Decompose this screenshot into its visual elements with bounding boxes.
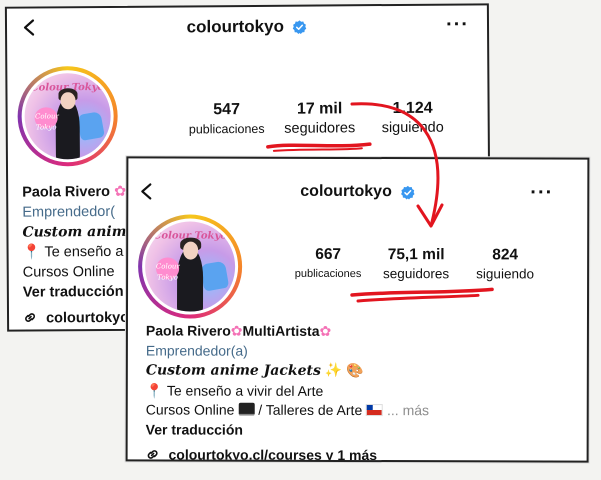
more-horizontal-icon[interactable]: ··· [446, 13, 469, 35]
profile-name: Paola Rivero [22, 183, 111, 201]
cherry-blossom-icon: ✿ [113, 183, 127, 200]
followers-underline [350, 287, 494, 303]
chile-flag-icon [366, 404, 384, 417]
profile-username: colourtokyo [300, 182, 392, 201]
see-translation-link[interactable]: Ver traducción [23, 282, 136, 303]
profile-category: Emprendedor(a) [145, 341, 248, 359]
stat-posts[interactable]: 547 publicaciones [182, 100, 272, 139]
avatar-image: Colour Tokyo Colour Tokyo [144, 221, 236, 312]
laptop-icon [238, 402, 255, 416]
stat-followers[interactable]: 17 mil seguidores [272, 99, 368, 138]
profile-bio: Paola Rivero✿MultiArtista✿ Emprendedor(a… [146, 321, 430, 462]
bio-line-jackets: Custom anime [22, 223, 136, 241]
new-profile-screenshot: colourtokyo ··· Colour Tokyo Colour Toky… [125, 156, 590, 463]
stat-followers[interactable]: 75,1 mil seguidores [370, 245, 462, 283]
bio-line-workshops: / Talleres de Arte [258, 401, 363, 419]
bio-line-courses: Cursos Online [22, 263, 115, 281]
link-icon [25, 313, 35, 322]
stat-posts[interactable]: 667 publicaciones [286, 245, 370, 283]
sparkles-icon: ✨ [324, 361, 343, 378]
bio-line-teach: Te enseño a vivir del Arte [166, 382, 324, 399]
profile-header: colourtokyo ··· [128, 172, 587, 213]
round-pushpin-icon: 📍 [22, 244, 41, 261]
avatar-badge-text: Colour Tokyo [155, 257, 180, 282]
bio-line-teach: Te enseño a [44, 243, 124, 261]
profile-stats: 667 publicaciones 75,1 mil seguidores 82… [286, 245, 548, 284]
profile-stats: 547 publicaciones 17 mil seguidores 1.12… [182, 99, 458, 139]
profile-link[interactable]: colourtokyo.cl/courses y 1 más [146, 445, 429, 463]
profile-link-text: colourtokyo [46, 309, 130, 327]
profile-name: Paola Rivero [145, 322, 231, 339]
verified-badge-icon [401, 185, 415, 199]
bio-line-jackets: Custom anime Jackets [145, 362, 321, 379]
verified-badge-icon [293, 19, 307, 34]
avatar-image: Colour Tokyo Colour Tokyo [24, 72, 111, 160]
palette-icon: 🎨 [346, 361, 364, 379]
profile-category: Emprendedor( [22, 203, 116, 221]
stat-following[interactable]: 824 siguiendo [462, 245, 548, 283]
avatar-badge-text: Colour Tokyo [34, 107, 59, 132]
profile-name-suffix: MultiArtista [242, 322, 320, 339]
round-pushpin-icon: 📍 [145, 381, 164, 398]
link-icon [147, 450, 158, 459]
more-horizontal-icon[interactable]: ··· [530, 181, 553, 203]
stat-following[interactable]: 1.124 siguiendo [368, 99, 458, 138]
profile-link[interactable]: colourtokyo [23, 308, 136, 329]
avatar[interactable]: Colour Tokyo Colour Tokyo [137, 214, 243, 319]
cherry-blossom-icon: ✿ [230, 322, 243, 339]
profile-bio: Paola Rivero ✿ Emprendedor( Custom anime… [22, 182, 136, 329]
profile-header: colourtokyo ··· [7, 5, 487, 48]
see-translation-link[interactable]: Ver traducción [146, 420, 429, 440]
avatar[interactable]: Colour Tokyo Colour Tokyo [17, 65, 118, 167]
profile-link-text: colourtokyo.cl/courses y 1 más [168, 446, 378, 463]
cherry-blossom-icon: ✿ [319, 322, 332, 339]
followers-underline [266, 142, 372, 152]
profile-username: colourtokyo [186, 16, 285, 37]
bio-line-courses: Cursos Online [145, 401, 235, 418]
more-link[interactable]: ... más [387, 402, 429, 418]
